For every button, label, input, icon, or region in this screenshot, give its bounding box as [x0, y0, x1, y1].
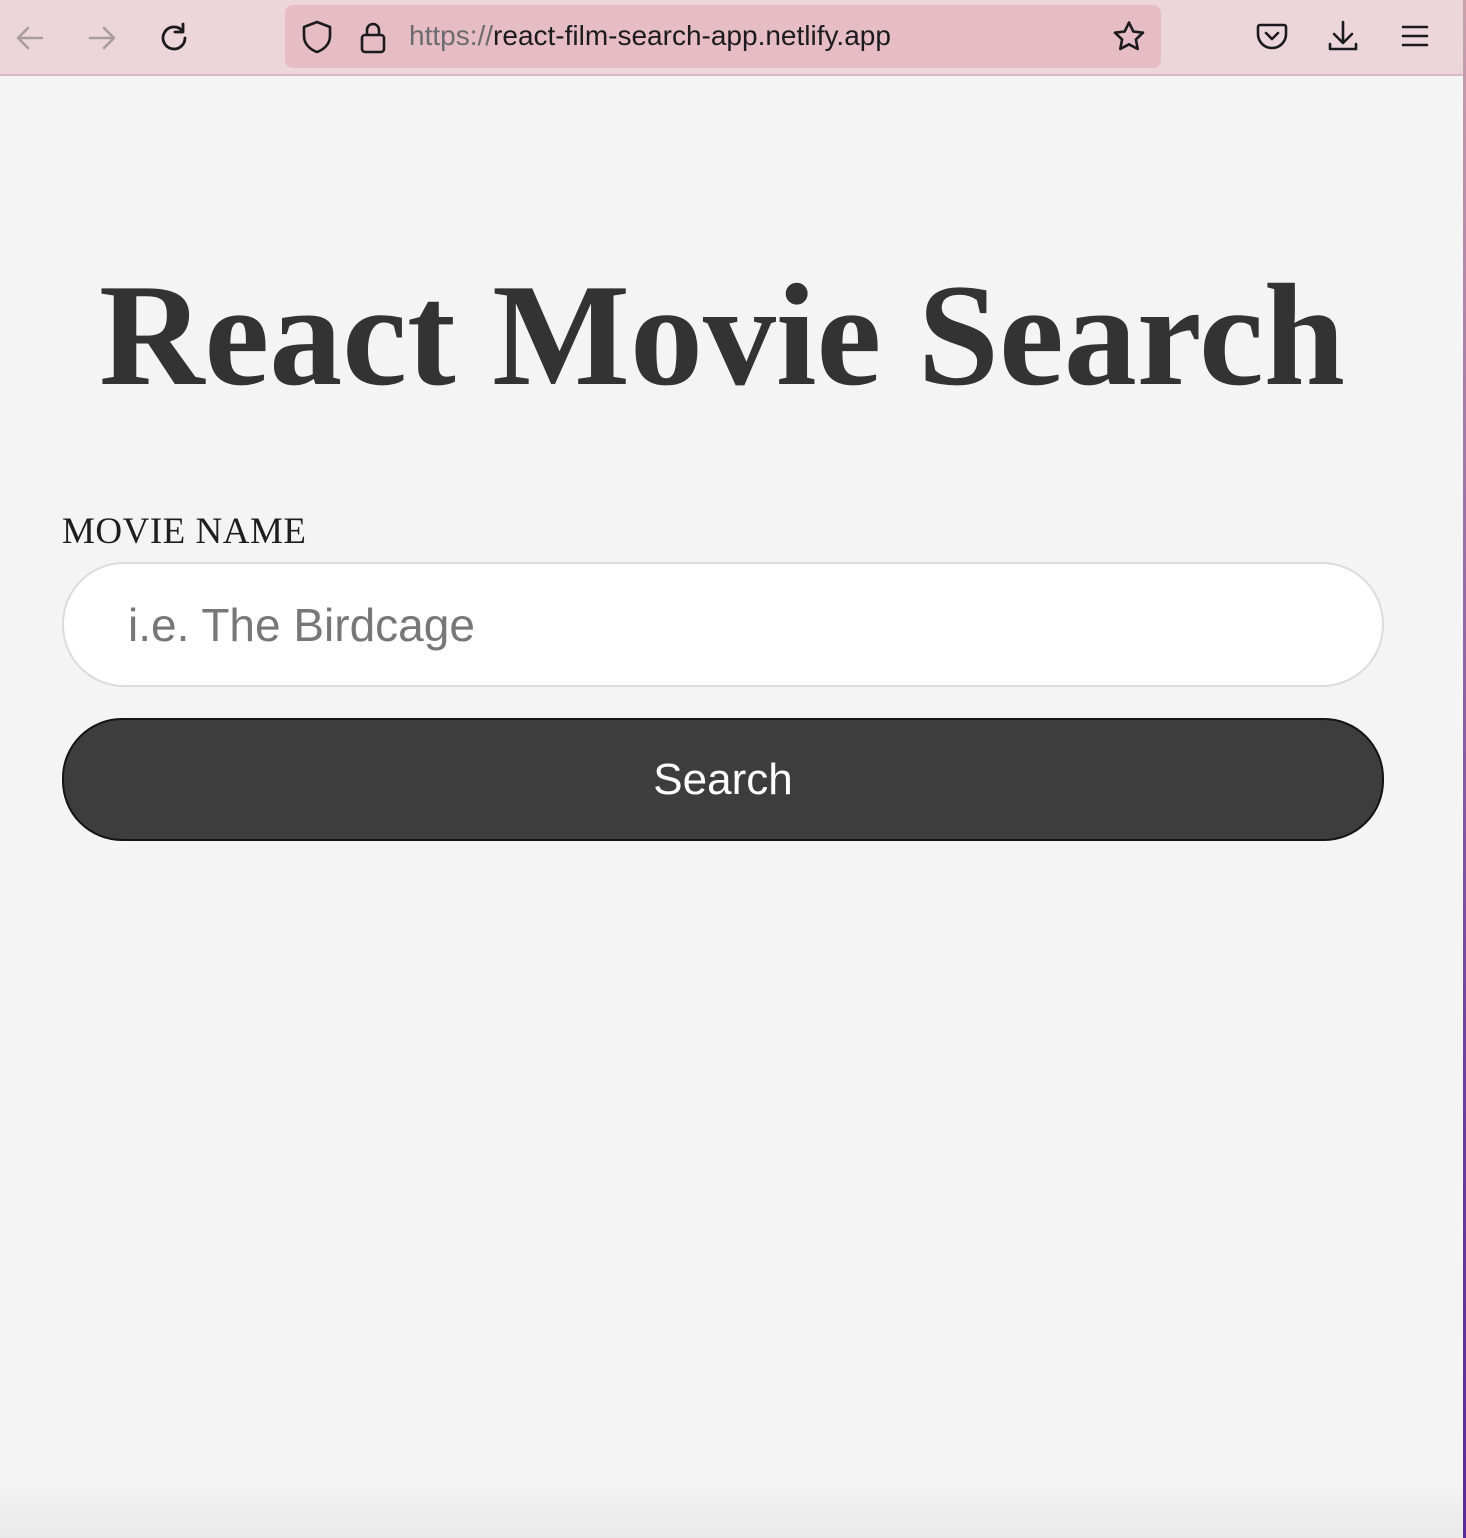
url-scheme: https://: [409, 20, 494, 51]
url-host: react-film-search-app.netlify.app: [493, 20, 891, 51]
search-button[interactable]: Search: [62, 718, 1384, 841]
shield-icon[interactable]: [293, 13, 341, 61]
movie-name-label: MOVIE NAME: [62, 511, 307, 552]
browser-toolbar: https://react-film-search-app.netlify.ap…: [0, 0, 1466, 76]
star-icon[interactable]: [1105, 13, 1153, 61]
reload-icon[interactable]: [150, 14, 198, 62]
page-title: React Movie Search: [99, 254, 1345, 416]
pocket-icon[interactable]: [1248, 12, 1296, 60]
movie-name-input[interactable]: [62, 562, 1384, 687]
lock-icon[interactable]: [349, 13, 397, 61]
download-icon[interactable]: [1319, 12, 1367, 60]
forward-arrow-icon[interactable]: [78, 14, 126, 62]
menu-icon[interactable]: [1391, 12, 1439, 60]
bottom-fade: [0, 1478, 1463, 1538]
back-arrow-icon[interactable]: [6, 14, 54, 62]
url-text[interactable]: https://react-film-search-app.netlify.ap…: [409, 17, 891, 55]
